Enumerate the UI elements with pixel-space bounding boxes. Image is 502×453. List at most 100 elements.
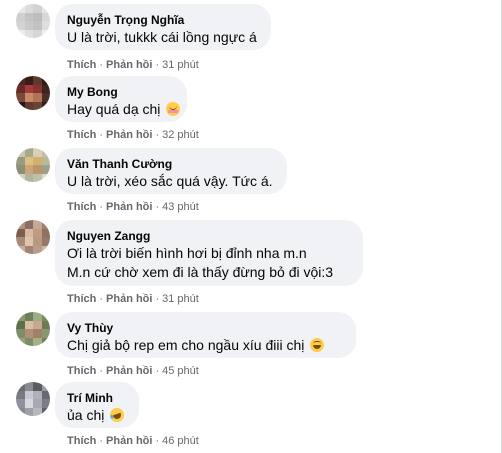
avatar-pixel: [33, 165, 42, 174]
avatar-pixel: [41, 329, 50, 338]
avatar-pixel: [24, 156, 33, 165]
avatar-pixel: [16, 320, 25, 329]
avatar-pixel: [33, 12, 42, 21]
avatar-pixel: [41, 312, 50, 321]
avatar-pixel: [41, 101, 50, 110]
avatar-pixel: [33, 382, 42, 391]
comment-text-line: Chị giả bộ rep em cho ngầu xíu điii chị: [67, 336, 344, 355]
separator: ·: [155, 59, 160, 71]
avatar-pixel: [24, 93, 33, 102]
avatar-pixel: [41, 220, 50, 229]
avatar-pixel: [41, 399, 50, 408]
avatar-pixel: [24, 173, 33, 182]
avatar-pixel: [33, 399, 42, 408]
comment-bubble: Vy Thùy Chị giả bộ rep em cho ngầu xíu đ…: [55, 312, 356, 358]
avatar-pixel: [16, 173, 25, 182]
avatar-pixel: [33, 4, 42, 13]
avatar-pixel: [33, 21, 42, 30]
avatar-pixel: [33, 84, 42, 93]
avatar-pixel: [33, 220, 42, 229]
avatar-pixel: [24, 228, 33, 237]
smiling-face-icon: [310, 338, 325, 352]
comment-timestamp[interactable]: 45 phút: [162, 365, 199, 377]
avatar-pixel: [41, 173, 50, 182]
comment-timestamp[interactable]: 43 phút: [162, 201, 199, 213]
avatar-pixel: [41, 337, 50, 346]
comment-bubble: Văn Thanh Cường U là trời, xéo sắc quá v…: [55, 148, 287, 194]
avatar-pixel: [33, 337, 42, 346]
avatar-pixel: [16, 407, 25, 416]
avatar-pixel: [41, 165, 50, 174]
comment-actions: Thích · Phản hồi · 31 phút: [67, 292, 199, 306]
comment-author[interactable]: Nguyen Zangg: [67, 228, 351, 244]
like-button[interactable]: Thích: [67, 293, 96, 305]
avatar-pixel: [16, 312, 25, 321]
avatar-pixel: [16, 76, 25, 85]
separator: ·: [155, 293, 160, 305]
comment-timestamp[interactable]: 46 phút: [162, 435, 199, 447]
separator: ·: [99, 129, 104, 141]
comment-text: ủa chị: [67, 407, 105, 423]
comment-text-line: ủa chị: [67, 406, 127, 425]
avatar[interactable]: [16, 148, 50, 182]
comment-actions: Thích · Phản hồi · 46 phút: [67, 434, 199, 448]
avatar-pixel: [41, 4, 50, 13]
avatar-pixel: [24, 399, 33, 408]
avatar[interactable]: [16, 220, 50, 254]
avatar-pixel: [16, 237, 25, 246]
avatar-pixel: [41, 245, 50, 254]
comment-author[interactable]: Văn Thanh Cường: [67, 156, 275, 172]
avatar-pixel: [41, 320, 50, 329]
avatar-pixel: [33, 173, 42, 182]
avatar-pixel: [41, 382, 50, 391]
comment-author[interactable]: Vy Thùy: [67, 320, 344, 336]
reply-button[interactable]: Phản hồi: [106, 129, 152, 141]
avatar-pixel: [41, 156, 50, 165]
comment-author[interactable]: Nguyễn Trọng Nghĩa: [67, 12, 259, 28]
avatar-pixel: [16, 220, 25, 229]
avatar-pixel: [24, 84, 33, 93]
avatar-pixel: [33, 390, 42, 399]
avatar[interactable]: [16, 382, 50, 416]
comment-bubble: Trí Minh ủa chị: [55, 382, 139, 428]
reply-button[interactable]: Phản hồi: [106, 365, 152, 377]
avatar-pixel: [41, 93, 50, 102]
reply-button[interactable]: Phản hồi: [106, 201, 152, 213]
comment-timestamp[interactable]: 32 phút: [162, 129, 199, 141]
like-button[interactable]: Thích: [67, 435, 96, 447]
separator: ·: [155, 365, 160, 377]
avatar-pixel: [33, 228, 42, 237]
reply-button[interactable]: Phản hồi: [106, 59, 152, 71]
reply-button[interactable]: Phản hồi: [106, 293, 152, 305]
like-button[interactable]: Thích: [67, 129, 96, 141]
comment-author[interactable]: My Bong: [67, 84, 175, 100]
avatar-pixel: [24, 382, 33, 391]
avatar[interactable]: [16, 76, 50, 110]
avatar-pixel: [33, 245, 42, 254]
like-button[interactable]: Thích: [67, 59, 96, 71]
avatar[interactable]: [16, 312, 50, 346]
avatar[interactable]: [16, 4, 50, 38]
avatar-pixel: [16, 390, 25, 399]
avatar-pixel: [33, 148, 42, 157]
comment-bubble: Nguyen Zangg Ơi là trời biến hình hơi bị…: [55, 220, 363, 286]
avatar-pixel: [33, 237, 42, 246]
comment-timestamp[interactable]: 31 phút: [162, 59, 199, 71]
comment-author[interactable]: Trí Minh: [67, 390, 127, 406]
avatar-pixel: [24, 407, 33, 416]
avatar-pixel: [24, 101, 33, 110]
avatar-pixel: [24, 29, 33, 38]
like-button[interactable]: Thích: [67, 201, 96, 213]
avatar-pixel: [16, 148, 25, 157]
separator: ·: [99, 201, 104, 213]
comment-timestamp[interactable]: 31 phút: [162, 293, 199, 305]
avatar-pixel: [16, 29, 25, 38]
avatar-pixel: [16, 399, 25, 408]
reply-button[interactable]: Phản hồi: [106, 435, 152, 447]
separator: ·: [99, 293, 104, 305]
like-button[interactable]: Thích: [67, 365, 96, 377]
avatar-pixel: [16, 329, 25, 338]
avatar-pixel: [24, 76, 33, 85]
comment-actions: Thích · Phản hồi · 43 phút: [67, 200, 199, 214]
comment-text: U là trời, tukkk cái lồng ngực á: [67, 29, 257, 45]
